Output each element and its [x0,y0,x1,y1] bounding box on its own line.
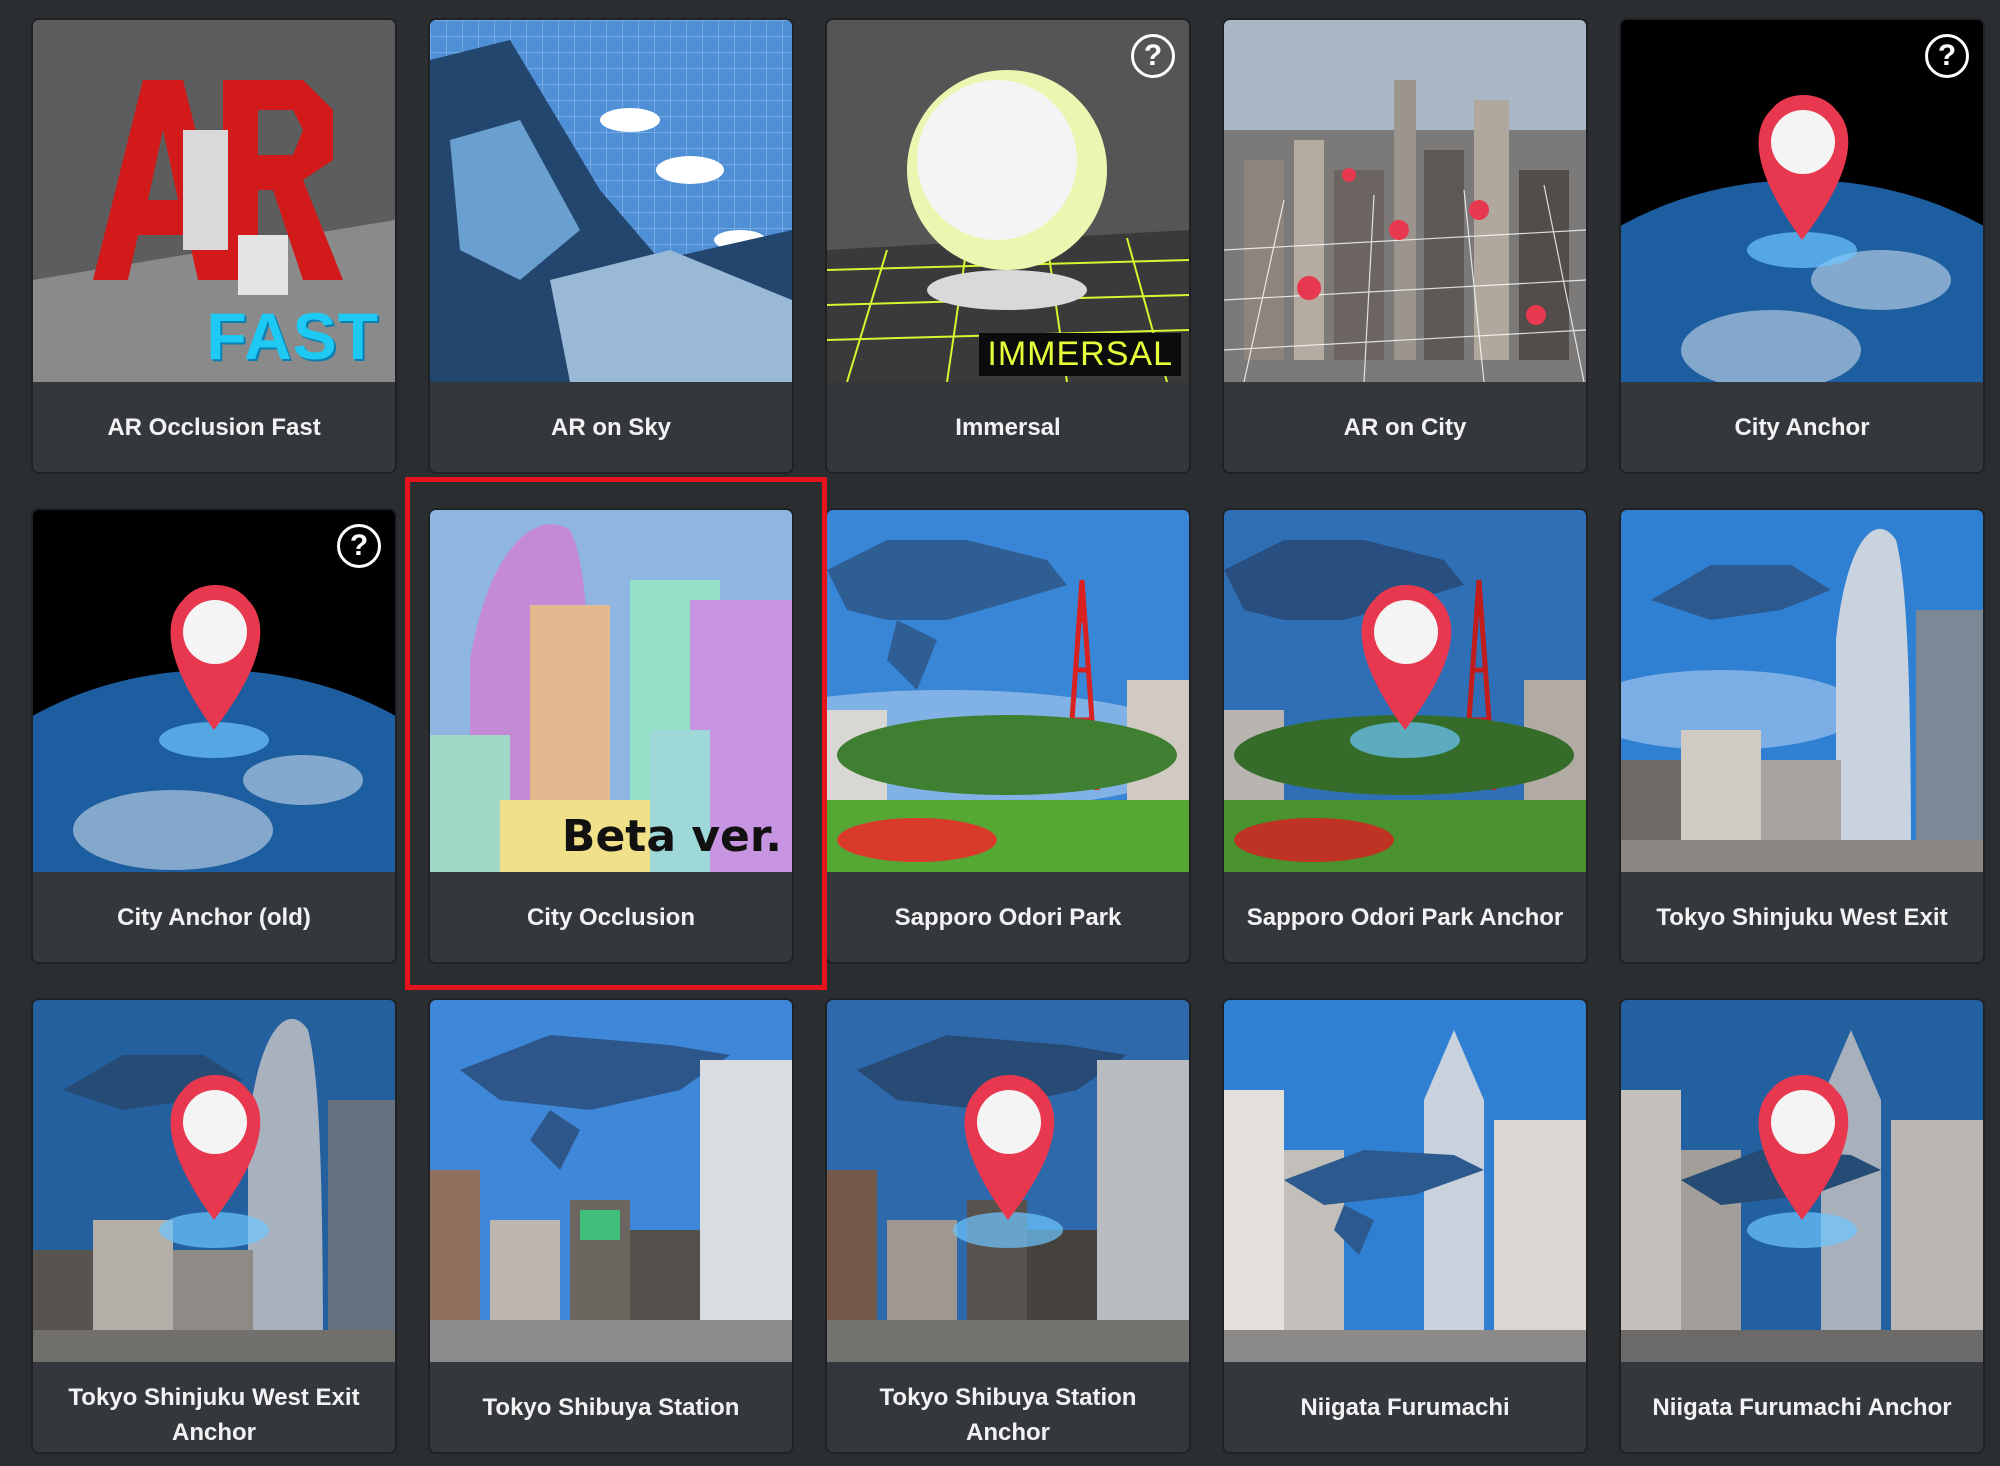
card-sapporo-odori-park[interactable]: Sapporo Odori Park [827,510,1189,962]
experience-grid: FAST AR Occlusion Fast AR on Sky IMMERSA… [0,0,2000,1466]
card-title: Tokyo Shinjuku West Exit [1656,903,1948,931]
niigata-furumachi-anchor-thumbnail [1621,1000,1983,1362]
card-city-anchor-old[interactable]: ? City Anchor (old) [33,510,395,962]
card-niigata-furumachi-anchor[interactable]: Niigata Furumachi Anchor [1621,1000,1983,1452]
help-icon[interactable]: ? [1131,34,1175,78]
ar-on-sky-thumbnail [430,20,792,382]
card-niigata-furumachi[interactable]: Niigata Furumachi [1224,1000,1586,1452]
card-title: Niigata Furumachi Anchor [1652,1393,1952,1421]
card-tokyo-shibuya-station[interactable]: Tokyo Shibuya Station [430,1000,792,1452]
card-tokyo-shinjuku-west-exit-anchor[interactable]: Tokyo Shinjuku West Exit Anchor [33,1000,395,1452]
sapporo-odori-park-thumbnail [827,510,1189,872]
card-title: Sapporo Odori Park Anchor [1246,903,1564,931]
card-city-occlusion[interactable]: Beta ver. City Occlusion [430,510,792,962]
card-title: City Anchor [1734,413,1870,441]
immersal-thumbnail: IMMERSAL ? [827,20,1189,382]
help-icon[interactable]: ? [337,524,381,568]
ar-on-city-thumbnail [1224,20,1586,382]
tokyo-shibuya-station-anchor-thumbnail [827,1000,1189,1362]
card-title: City Occlusion [526,903,696,931]
tokyo-shinjuku-west-exit-anchor-thumbnail [33,1000,395,1362]
city-anchor-old-thumbnail: ? [33,510,395,872]
card-ar-occlusion-fast[interactable]: FAST AR Occlusion Fast [33,20,395,472]
card-city-anchor[interactable]: ? City Anchor [1621,20,1983,472]
card-title: Tokyo Shinjuku West Exit Anchor [68,1384,360,1446]
card-title: Tokyo Shibuya Station Anchor [879,1384,1137,1446]
card-title: AR Occlusion Fast [107,413,321,441]
niigata-furumachi-thumbnail [1224,1000,1586,1362]
help-icon[interactable]: ? [1925,34,1969,78]
ar-occlusion-fast-thumbnail: FAST [33,20,395,382]
card-title: AR on Sky [550,413,672,441]
beta-overlay-text: Beta ver. [561,811,782,862]
card-title: Tokyo Shibuya Station [482,1393,740,1421]
card-tokyo-shinjuku-west-exit[interactable]: Tokyo Shinjuku West Exit [1621,510,1983,962]
card-title: Niigata Furumachi [1300,1393,1510,1421]
card-title: AR on City [1343,413,1467,441]
card-title: Immersal [955,413,1061,441]
city-anchor-thumbnail: ? [1621,20,1983,382]
card-ar-on-sky[interactable]: AR on Sky [430,20,792,472]
card-ar-on-city[interactable]: AR on City [1224,20,1586,472]
card-title: Sapporo Odori Park [894,903,1122,931]
card-sapporo-odori-park-anchor[interactable]: Sapporo Odori Park Anchor [1224,510,1586,962]
fast-overlay-text: FAST [206,299,379,373]
tokyo-shibuya-station-thumbnail [430,1000,792,1362]
immersal-overlay-text: IMMERSAL [979,333,1181,376]
card-tokyo-shibuya-station-anchor[interactable]: Tokyo Shibuya Station Anchor [827,1000,1189,1452]
card-immersal[interactable]: IMMERSAL ? Immersal [827,20,1189,472]
tokyo-shinjuku-west-exit-thumbnail [1621,510,1983,872]
sapporo-odori-park-anchor-thumbnail [1224,510,1586,872]
city-occlusion-thumbnail: Beta ver. [430,510,792,872]
card-title: City Anchor (old) [117,903,311,931]
